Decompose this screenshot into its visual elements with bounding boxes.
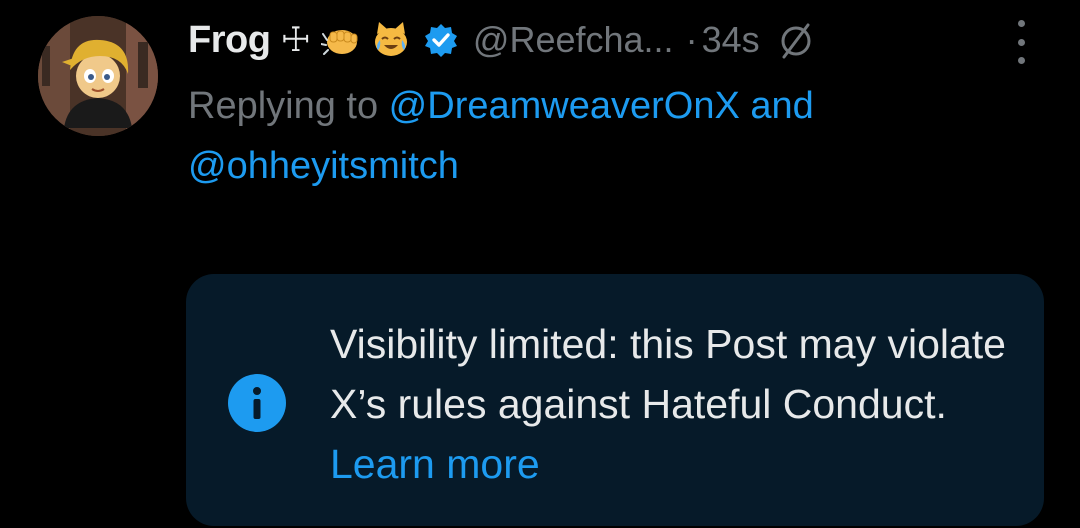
verified-badge-icon[interactable]: [423, 22, 459, 58]
replying-to-line: Replying to @DreamweaverOnX and @ohheyits…: [188, 76, 1008, 196]
no-edit-icon: [776, 20, 816, 60]
punch-emoji-icon: [320, 20, 361, 60]
learn-more-link[interactable]: Learn more: [330, 441, 540, 487]
more-options-icon[interactable]: [1006, 20, 1036, 64]
separator-dot: ·: [685, 19, 698, 60]
visibility-limited-notice: Visibility limited: this Post may violat…: [186, 274, 1044, 526]
notice-message: Visibility limited: this Post may violat…: [330, 314, 1010, 494]
cross-icon: ☩: [280, 21, 311, 59]
mention-ohheyitsmitch[interactable]: @ohheyitsmitch: [188, 145, 459, 187]
replying-to-label: Replying to: [188, 85, 389, 127]
display-name[interactable]: Frog: [188, 19, 271, 62]
post-timestamp[interactable]: 34s: [702, 19, 760, 61]
avatar-image: [38, 16, 158, 136]
post-header: Frog ☩ @Reefcha... · 34s: [188, 14, 816, 66]
author-handle[interactable]: @Reefcha...: [473, 19, 674, 61]
mention-dreamweaveronx[interactable]: @DreamweaverOnX: [389, 85, 740, 127]
info-icon: [228, 374, 286, 432]
notice-text: Visibility limited: this Post may violat…: [330, 321, 1006, 427]
cat-tears-of-joy-emoji-icon: [371, 20, 411, 60]
mention-and-joiner[interactable]: and: [740, 85, 813, 127]
avatar[interactable]: [38, 16, 158, 136]
